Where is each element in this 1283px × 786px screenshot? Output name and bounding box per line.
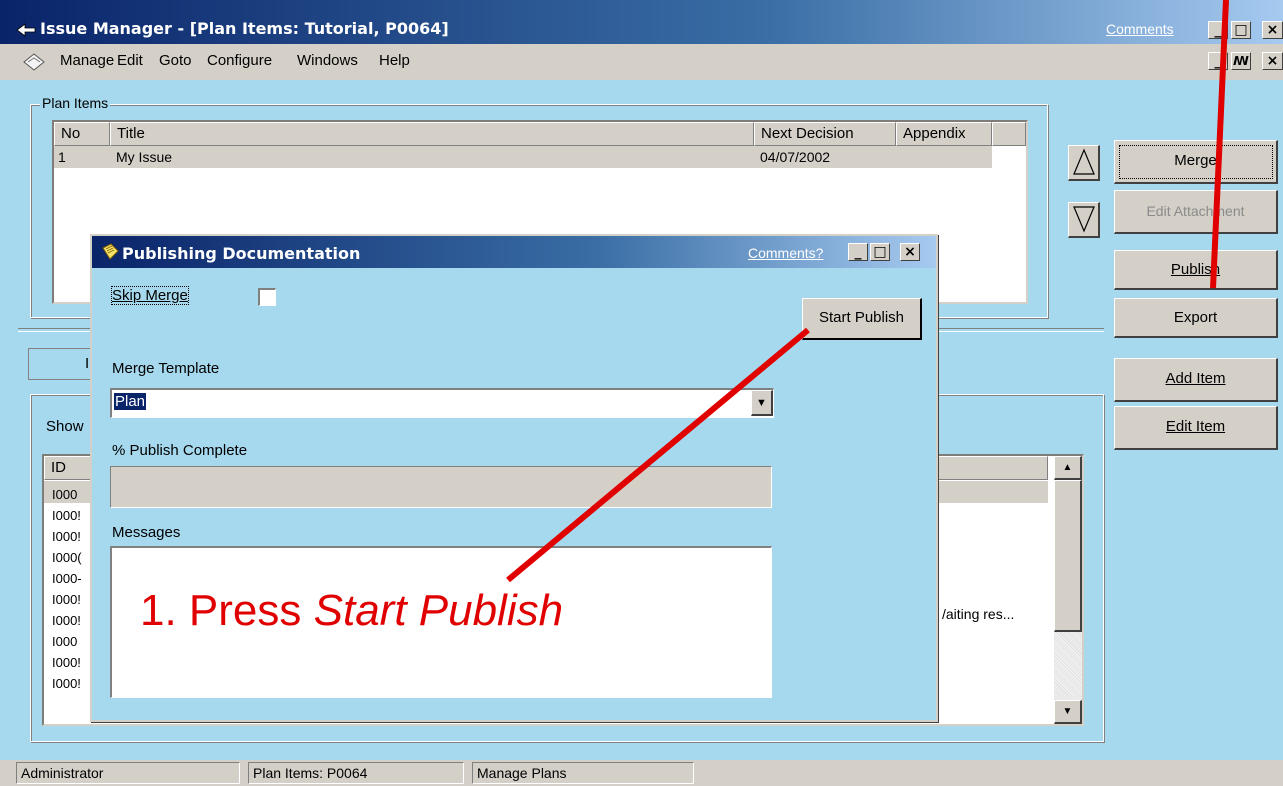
merge-button[interactable]: Merge <box>1114 140 1278 184</box>
table-row[interactable]: 1 My Issue 04/07/2002 <box>54 146 992 168</box>
publish-progress-bar <box>110 466 772 508</box>
truncated-cell: /aiting res... <box>942 606 1015 622</box>
annotation-emphasis: Start Publish <box>313 586 564 635</box>
down-arrow-icon <box>1072 206 1095 233</box>
lower-tab-label: I <box>85 355 90 372</box>
status-mode: Manage Plans <box>472 762 694 784</box>
menu-manage[interactable]: Manage <box>60 52 114 69</box>
maximize-button[interactable]: □ <box>1231 21 1251 39</box>
issue-manager-app-icon <box>16 23 36 37</box>
scroll-up-button[interactable]: ▲ <box>1054 456 1082 480</box>
column-filler <box>992 122 1026 146</box>
column-appendix[interactable]: Appendix <box>896 122 992 146</box>
add-item-label: Add Item <box>1165 370 1226 387</box>
list-item[interactable]: I000- <box>52 568 82 589</box>
column-no[interactable]: No <box>54 122 110 146</box>
child-minimize-button[interactable]: _ <box>1208 52 1228 70</box>
list-item[interactable]: I000! <box>52 652 82 673</box>
export-button[interactable]: Export <box>1114 298 1278 338</box>
menu-bar: _ ꟿ × <box>0 44 1283 80</box>
row-title: My Issue <box>116 149 173 165</box>
manage-menu-icon <box>23 53 45 71</box>
show-label: Show <box>46 418 84 435</box>
status-user: Administrator <box>16 762 240 784</box>
column-next-decision[interactable]: Next Decision <box>754 122 896 146</box>
publish-button[interactable]: Publish <box>1114 250 1278 290</box>
list-item[interactable]: I000! <box>52 589 82 610</box>
scroll-down-button[interactable]: ▼ <box>1054 700 1082 724</box>
list-item[interactable]: I000! <box>52 505 82 526</box>
dialog-comments-link[interactable]: Comments? <box>748 245 823 261</box>
status-plan-items: Plan Items: P0064 <box>248 762 464 784</box>
edit-item-label: Edit Item <box>1165 418 1226 435</box>
column-right[interactable] <box>938 456 1048 480</box>
main-titlebar: Issue Manager - [Plan Items: Tutorial, P… <box>0 0 1283 44</box>
list-item[interactable]: I000! <box>52 673 82 694</box>
minimize-button[interactable]: _ <box>1208 21 1228 39</box>
list-item[interactable]: I000! <box>52 610 82 631</box>
list-item[interactable]: I000! <box>52 526 82 547</box>
chevron-down-icon[interactable]: ▼ <box>751 390 773 416</box>
export-label: Export <box>1173 309 1218 326</box>
skip-merge-label: Skip Merge <box>111 286 189 305</box>
menu-configure[interactable]: Configure <box>207 52 272 69</box>
dialog-maximize-button[interactable]: □ <box>870 243 890 261</box>
main-window-title: Issue Manager - [Plan Items: Tutorial, P… <box>40 19 449 38</box>
move-down-button[interactable] <box>1068 202 1100 238</box>
menu-windows[interactable]: Windows <box>297 52 358 69</box>
merge-template-value: Plan <box>114 393 147 410</box>
column-title[interactable]: Title <box>110 122 754 146</box>
up-arrow-icon <box>1072 148 1095 175</box>
list-item[interactable]: I000 <box>52 484 82 505</box>
messages-label: Messages <box>112 524 181 541</box>
skip-merge-checkbox[interactable] <box>258 288 276 306</box>
publish-complete-label: % Publish Complete <box>112 442 248 459</box>
menu-goto[interactable]: Goto <box>159 52 192 69</box>
row-next-decision: 04/07/2002 <box>760 149 831 165</box>
merge-template-label: Merge Template <box>112 360 220 377</box>
list-item[interactable]: I000( <box>52 547 82 568</box>
annotation-prefix: 1. Press <box>140 586 314 635</box>
child-restore-button[interactable]: ꟿ <box>1231 52 1251 70</box>
add-item-button[interactable]: Add Item <box>1114 358 1278 402</box>
row-no: 1 <box>58 149 66 165</box>
scroll-thumb[interactable] <box>1054 480 1082 632</box>
annotation-text: 1. Press Start Publish <box>140 586 563 636</box>
comments-link[interactable]: Comments <box>1106 21 1174 37</box>
menu-help[interactable]: Help <box>379 52 410 69</box>
list-item[interactable]: I000 <box>52 631 82 652</box>
merge-template-select[interactable]: Plan ▼ <box>110 388 774 418</box>
dialog-close-button[interactable]: × <box>900 243 920 261</box>
dialog-title: Publishing Documentation <box>122 244 361 263</box>
start-publish-button[interactable]: Start Publish <box>802 298 922 340</box>
close-button[interactable]: × <box>1262 21 1283 39</box>
skip-merge-text: Skip Merge <box>112 287 188 304</box>
id-column-values: I000 I000! I000! I000( I000- I000! I000!… <box>52 484 82 694</box>
column-id[interactable]: ID <box>44 456 94 480</box>
dialog-minimize-button[interactable]: _ <box>848 243 868 261</box>
notebook-icon <box>102 243 119 260</box>
edit-item-button[interactable]: Edit Item <box>1114 406 1278 450</box>
edit-attachment-button[interactable]: Edit Attachment <box>1114 190 1278 234</box>
move-up-button[interactable] <box>1068 145 1100 181</box>
menu-edit[interactable]: Edit <box>117 52 143 69</box>
publish-label: Publish <box>1170 261 1221 278</box>
child-close-button[interactable]: × <box>1262 52 1283 70</box>
plan-items-group-label: Plan Items <box>40 95 111 111</box>
dialog-titlebar: Publishing Documentation Comments? _ □ × <box>92 236 936 268</box>
